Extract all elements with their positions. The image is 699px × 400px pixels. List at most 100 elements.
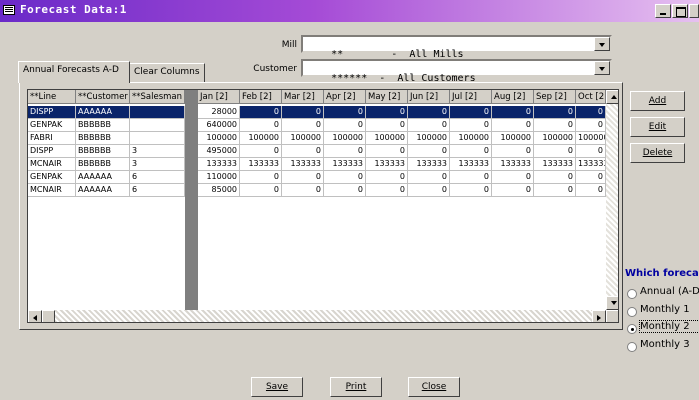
edit-button[interactable]: Edit bbox=[630, 117, 685, 137]
customer-select[interactable]: ****** - All Customers bbox=[301, 59, 612, 84]
add-button[interactable]: Add bbox=[630, 91, 685, 111]
grid-cell[interactable]: 0 bbox=[450, 106, 492, 119]
print-button[interactable]: Print bbox=[330, 377, 382, 397]
grid-cell[interactable]: 3 bbox=[130, 145, 185, 158]
vertical-scrollbar[interactable] bbox=[606, 90, 618, 310]
horizontal-scroll-thumb[interactable] bbox=[42, 310, 55, 322]
grid-cell[interactable]: DISPP bbox=[28, 106, 76, 119]
grid-cell[interactable]: 0 bbox=[240, 171, 282, 184]
grid-cell[interactable]: 0 bbox=[534, 106, 576, 119]
scroll-up-button[interactable] bbox=[606, 90, 618, 104]
column-header[interactable]: Feb [2] bbox=[240, 90, 282, 104]
grid-cell[interactable]: 0 bbox=[324, 106, 366, 119]
column-header[interactable]: Oct [2] bbox=[576, 90, 606, 104]
grid-cell[interactable]: 0 bbox=[240, 119, 282, 132]
mill-select[interactable]: ** - All Mills bbox=[301, 35, 612, 60]
grid-cell[interactable]: 100000 bbox=[198, 132, 240, 145]
grid-cell[interactable]: 0 bbox=[408, 145, 450, 158]
grid-cell[interactable] bbox=[130, 132, 185, 145]
grid-cell[interactable]: 0 bbox=[534, 171, 576, 184]
grid-cell[interactable]: 100000 bbox=[240, 132, 282, 145]
grid-cell[interactable]: 0 bbox=[492, 184, 534, 197]
grid-cell[interactable]: 0 bbox=[408, 119, 450, 132]
grid-cell[interactable]: 85000 bbox=[198, 184, 240, 197]
scroll-right-button[interactable] bbox=[592, 310, 606, 322]
column-header[interactable]: Sep [2] bbox=[534, 90, 576, 104]
grid-cell[interactable]: GENPAK bbox=[28, 119, 76, 132]
grid-cell[interactable]: 0 bbox=[450, 119, 492, 132]
column-header[interactable]: May [2] bbox=[366, 90, 408, 104]
mill-dropdown-button[interactable] bbox=[594, 37, 610, 51]
grid-cell[interactable]: BBBBBB bbox=[76, 145, 130, 158]
radio-monthly-1-label[interactable]: Monthly 1 bbox=[640, 304, 699, 315]
grid-cell[interactable]: 0 bbox=[450, 171, 492, 184]
grid-cell[interactable]: 100000 bbox=[576, 132, 606, 145]
grid-cell[interactable]: 0 bbox=[450, 145, 492, 158]
grid-cell[interactable]: 133333 bbox=[408, 158, 450, 171]
grid-cell[interactable]: 0 bbox=[408, 184, 450, 197]
grid-cell[interactable]: AAAAAA bbox=[76, 106, 130, 119]
grid-cell[interactable]: 133333 bbox=[240, 158, 282, 171]
grid-cell[interactable]: 0 bbox=[282, 145, 324, 158]
grid-cell[interactable]: 640000 bbox=[198, 119, 240, 132]
grid-cell[interactable]: 0 bbox=[240, 106, 282, 119]
grid-cell[interactable]: 0 bbox=[450, 184, 492, 197]
grid-cell[interactable]: 0 bbox=[576, 171, 606, 184]
radio-monthly-1[interactable] bbox=[627, 307, 637, 317]
grid-cell[interactable]: 0 bbox=[282, 106, 324, 119]
grid-cell[interactable]: 100000 bbox=[450, 132, 492, 145]
window-close-button[interactable] bbox=[689, 4, 699, 18]
grid-cell[interactable]: 100000 bbox=[534, 132, 576, 145]
grid-cell[interactable] bbox=[130, 119, 185, 132]
grid-cell[interactable]: 0 bbox=[282, 184, 324, 197]
forecast-grid[interactable]: **Line **Customer **Salesman Jan [2] Feb [2]… bbox=[27, 89, 619, 323]
grid-cell[interactable] bbox=[130, 106, 185, 119]
grid-cell[interactable]: 0 bbox=[366, 145, 408, 158]
grid-cell[interactable]: 133333 bbox=[576, 158, 606, 171]
grid-cell[interactable]: 0 bbox=[282, 171, 324, 184]
grid-cell[interactable]: 0 bbox=[324, 119, 366, 132]
grid-cell[interactable]: 0 bbox=[324, 184, 366, 197]
column-header[interactable]: Jul [2] bbox=[450, 90, 492, 104]
grid-cell[interactable]: AAAAAA bbox=[76, 171, 130, 184]
horizontal-scrollbar[interactable] bbox=[28, 310, 606, 322]
grid-cell[interactable]: 0 bbox=[534, 145, 576, 158]
grid-cell[interactable]: 133333 bbox=[492, 158, 534, 171]
grid-cell[interactable]: 0 bbox=[576, 106, 606, 119]
grid-cell[interactable]: 100000 bbox=[366, 132, 408, 145]
tab-clear-columns[interactable]: Clear Columns bbox=[129, 63, 205, 82]
grid-cell[interactable]: 0 bbox=[408, 106, 450, 119]
radio-annual-label[interactable]: Annual (A-D) bbox=[640, 286, 699, 297]
grid-cell[interactable]: 6 bbox=[130, 184, 185, 197]
grid-cell[interactable]: 100000 bbox=[492, 132, 534, 145]
grid-cell[interactable]: 100000 bbox=[408, 132, 450, 145]
grid-cell[interactable]: 0 bbox=[534, 184, 576, 197]
grid-cell[interactable]: 0 bbox=[240, 184, 282, 197]
save-button[interactable]: Save bbox=[251, 377, 303, 397]
grid-cell[interactable]: 0 bbox=[492, 106, 534, 119]
grid-cell[interactable]: 0 bbox=[240, 145, 282, 158]
grid-cell[interactable]: 110000 bbox=[198, 171, 240, 184]
grid-cell[interactable]: BBBBBB bbox=[76, 119, 130, 132]
maximize-button[interactable] bbox=[672, 4, 688, 18]
grid-cell[interactable]: 0 bbox=[492, 145, 534, 158]
radio-monthly-3-label[interactable]: Monthly 3 bbox=[640, 339, 699, 350]
grid-cell[interactable]: FABRI bbox=[28, 132, 76, 145]
grid-cell[interactable]: 0 bbox=[324, 145, 366, 158]
column-header[interactable]: Jan [2] bbox=[198, 90, 240, 104]
grid-cell[interactable]: 28000 bbox=[198, 106, 240, 119]
grid-cell[interactable]: BBBBBB bbox=[76, 132, 130, 145]
grid-cell[interactable]: 0 bbox=[366, 106, 408, 119]
grid-cell[interactable]: AAAAAA bbox=[76, 184, 130, 197]
grid-cell[interactable]: 495000 bbox=[198, 145, 240, 158]
grid-cell[interactable]: MCNAIR bbox=[28, 184, 76, 197]
radio-monthly-3[interactable] bbox=[627, 342, 637, 352]
delete-button[interactable]: Delete bbox=[630, 143, 685, 163]
title-bar[interactable]: Forecast Data:1 bbox=[0, 0, 699, 22]
grid-cell[interactable]: 133333 bbox=[534, 158, 576, 171]
grid-cell[interactable]: 0 bbox=[282, 119, 324, 132]
radio-annual[interactable] bbox=[627, 289, 637, 299]
grid-cell[interactable]: 6 bbox=[130, 171, 185, 184]
grid-cell[interactable]: GENPAK bbox=[28, 171, 76, 184]
grid-cell[interactable]: 133333 bbox=[282, 158, 324, 171]
